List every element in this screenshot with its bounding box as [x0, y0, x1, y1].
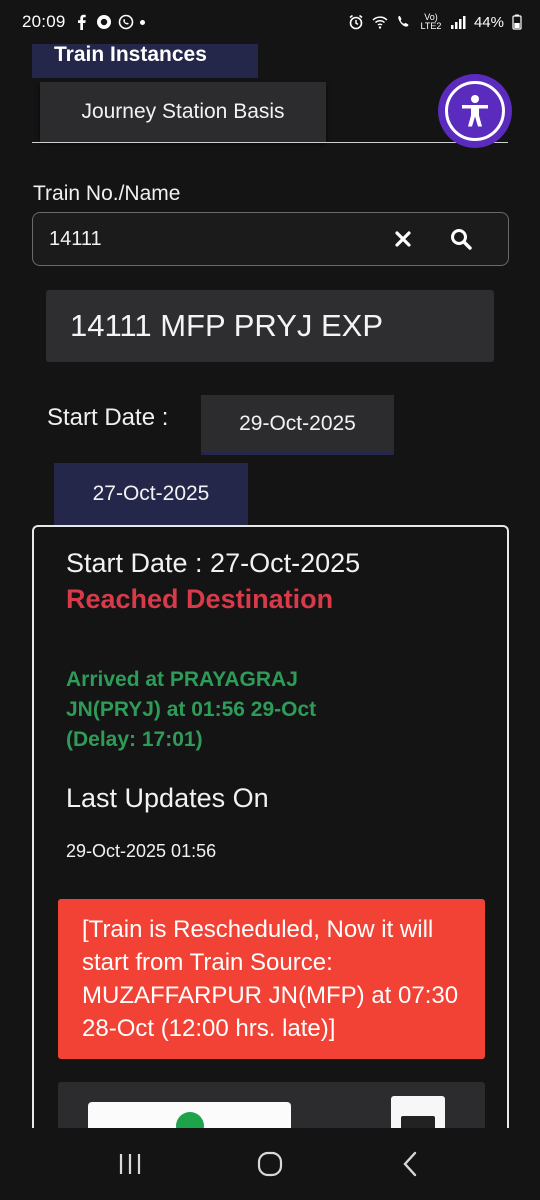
train-route-panel — [58, 1082, 485, 1128]
reschedule-alert: [Train is Rescheduled, Now it will start… — [58, 899, 485, 1059]
start-date-option[interactable]: 29-Oct-2025 — [201, 395, 394, 455]
wifi-call-icon — [372, 16, 388, 29]
last-updates-title: Last Updates On — [66, 783, 269, 813]
battery-percent: 44% — [473, 13, 504, 31]
arrival-info: Arrived at PRAYAGRAJ JN(PRYJ) at 01:56 2… — [66, 668, 317, 751]
notification-icons — [74, 14, 145, 30]
tab-train-instances[interactable]: Train Instances — [32, 44, 258, 78]
last-updates-value: 29-Oct-2025 01:56 — [66, 841, 217, 861]
network-type: Vo) LTE2 — [420, 12, 442, 31]
train-search-value[interactable]: 14111 — [49, 228, 392, 251]
circle-app-icon — [96, 15, 111, 29]
recents-icon[interactable] — [110, 1144, 150, 1184]
search-icon[interactable] — [448, 226, 474, 252]
system-icons: Vo) LTE2 44% — [348, 13, 522, 31]
back-icon[interactable] — [390, 1144, 430, 1184]
coach-icon — [391, 1096, 445, 1128]
alarm-icon — [349, 14, 363, 30]
tab-divider — [32, 142, 508, 143]
home-icon[interactable] — [250, 1144, 290, 1184]
facebook-icon — [77, 14, 86, 30]
whatsapp-icon — [118, 14, 133, 30]
train-search-input[interactable]: 14111 — [32, 212, 509, 266]
status-bar: 20:09 Vo) LTE2 44% — [0, 0, 540, 44]
train-status-card: Start Date : 27-Oct-2025 Reached Destina… — [32, 525, 509, 1128]
card-heading: Start Date : 27-Oct-2025 Reached Destina… — [66, 545, 366, 617]
train-result-item[interactable]: 14111 MFP PRYJ EXP — [46, 290, 494, 362]
battery-icon — [512, 14, 522, 30]
train-icon — [176, 1112, 204, 1128]
call-signal-icon — [398, 15, 409, 27]
more-notifications-dot — [139, 19, 145, 25]
start-date-option-selected[interactable]: 27-Oct-2025 — [54, 463, 248, 525]
accessibility-icon — [445, 81, 505, 141]
status-badge: Reached Destination — [66, 584, 334, 614]
accessibility-button[interactable] — [438, 74, 512, 148]
train-search-label: Train No./Name — [33, 182, 181, 205]
start-date-label: Start Date : — [47, 404, 169, 431]
navigation-bar — [0, 1128, 540, 1200]
signal-icon — [450, 16, 466, 29]
card-start-date: Start Date : 27-Oct-2025 — [66, 548, 361, 578]
clear-icon[interactable] — [392, 228, 414, 250]
route-box — [88, 1102, 291, 1128]
tab-journey-station-basis[interactable]: Journey Station Basis — [40, 82, 326, 142]
page-content[interactable]: Train Instances Journey Station Basis Tr… — [0, 44, 540, 1128]
status-time: 20:09 — [22, 12, 66, 31]
